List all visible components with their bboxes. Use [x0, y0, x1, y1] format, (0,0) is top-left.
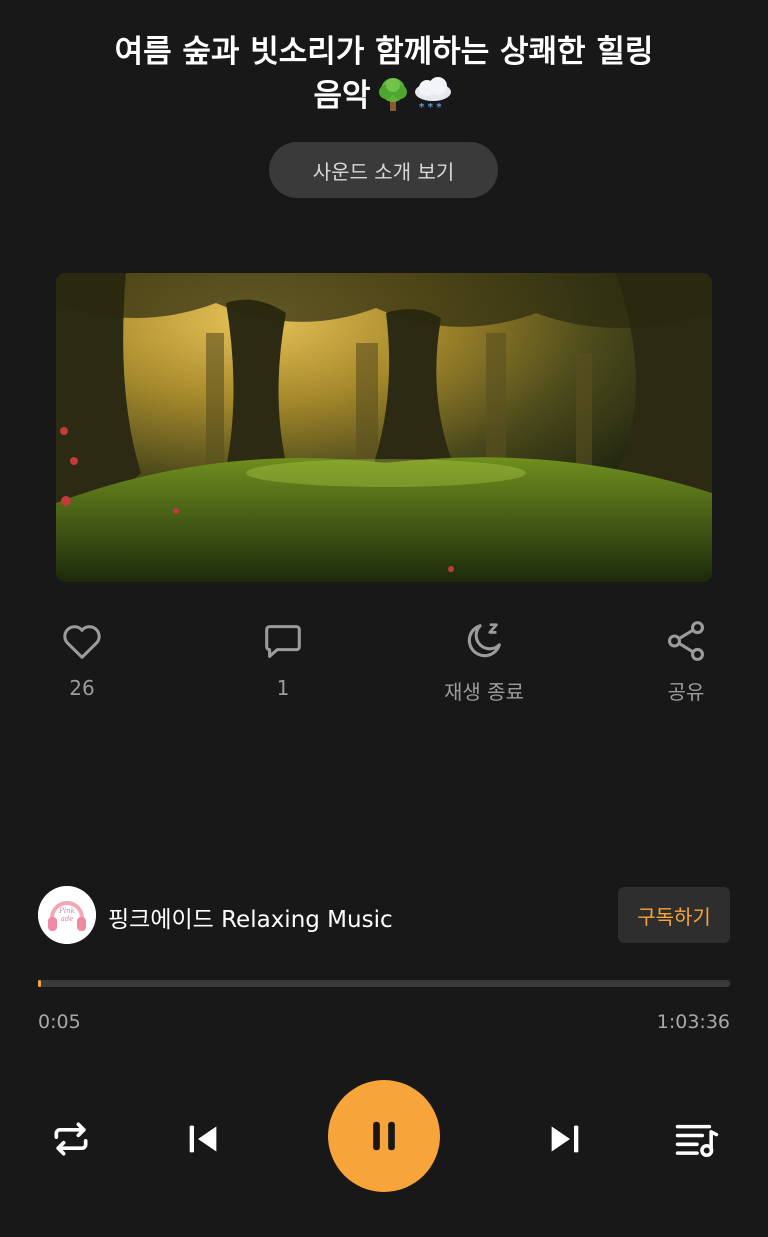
channel-row: Pink ade 핑크에이드 Relaxing Music 구독하기: [38, 886, 730, 946]
like-count: 26: [69, 676, 95, 700]
like-action[interactable]: 26: [12, 618, 152, 700]
snow-cloud-emoji-icon: * * *: [414, 77, 451, 112]
share-icon: [667, 621, 705, 661]
comment-count: 1: [276, 676, 290, 700]
pause-button[interactable]: [328, 1080, 440, 1192]
channel-avatar[interactable]: Pink ade: [38, 886, 96, 944]
pause-icon: [373, 1121, 395, 1151]
tree-emoji-icon: [378, 78, 407, 111]
track-title-line2-wrap: 음악 * * *: [40, 74, 728, 118]
comment-action[interactable]: 1: [213, 618, 353, 700]
svg-text:* * *: * * *: [419, 102, 442, 112]
sleep-timer-action[interactable]: 재생 종료: [414, 618, 554, 705]
playlist-button[interactable]: [670, 1114, 724, 1164]
comment-icon: [265, 625, 301, 658]
sleep-timer-label: 재생 종료: [444, 680, 524, 704]
total-time: 1:03:36: [656, 1011, 730, 1033]
subscribe-button[interactable]: 구독하기: [618, 887, 730, 943]
progress-fill: [38, 980, 41, 987]
pink-headphones-avatar-icon: Pink ade: [38, 886, 96, 944]
moon-sleep-icon: [467, 623, 501, 658]
sound-intro-button[interactable]: 사운드 소개 보기: [269, 142, 498, 198]
playlist-icon: [675, 1124, 719, 1158]
heart-icon: [63, 625, 101, 659]
share-action[interactable]: 공유: [616, 618, 756, 705]
track-title: 여름 숲과 빗소리가 함께하는 상쾌한 힐링 음악 * * *: [40, 30, 728, 118]
previous-button[interactable]: [178, 1114, 228, 1164]
skip-previous-icon: [189, 1125, 217, 1153]
action-bar: 26 1 재생 종료 공유: [0, 618, 768, 718]
next-button[interactable]: [540, 1114, 590, 1164]
progress-slider[interactable]: [38, 980, 730, 987]
share-label: 공유: [667, 680, 705, 704]
repeat-button[interactable]: [46, 1114, 96, 1164]
track-title-line2: 음악: [313, 78, 371, 114]
skip-next-icon: [551, 1125, 579, 1153]
repeat-icon: [54, 1122, 88, 1156]
forest-cover-illustration: [56, 273, 712, 582]
track-title-line1: 여름 숲과 빗소리가 함께하는 상쾌한 힐링: [114, 34, 654, 70]
svg-text:ade: ade: [61, 915, 74, 923]
playback-controls: [0, 1080, 768, 1194]
channel-name[interactable]: 핑크에이드 Relaxing Music: [108, 900, 393, 934]
svg-text:Pink: Pink: [58, 907, 75, 915]
forest-cover-image: [56, 273, 712, 582]
current-time: 0:05: [38, 1011, 81, 1033]
